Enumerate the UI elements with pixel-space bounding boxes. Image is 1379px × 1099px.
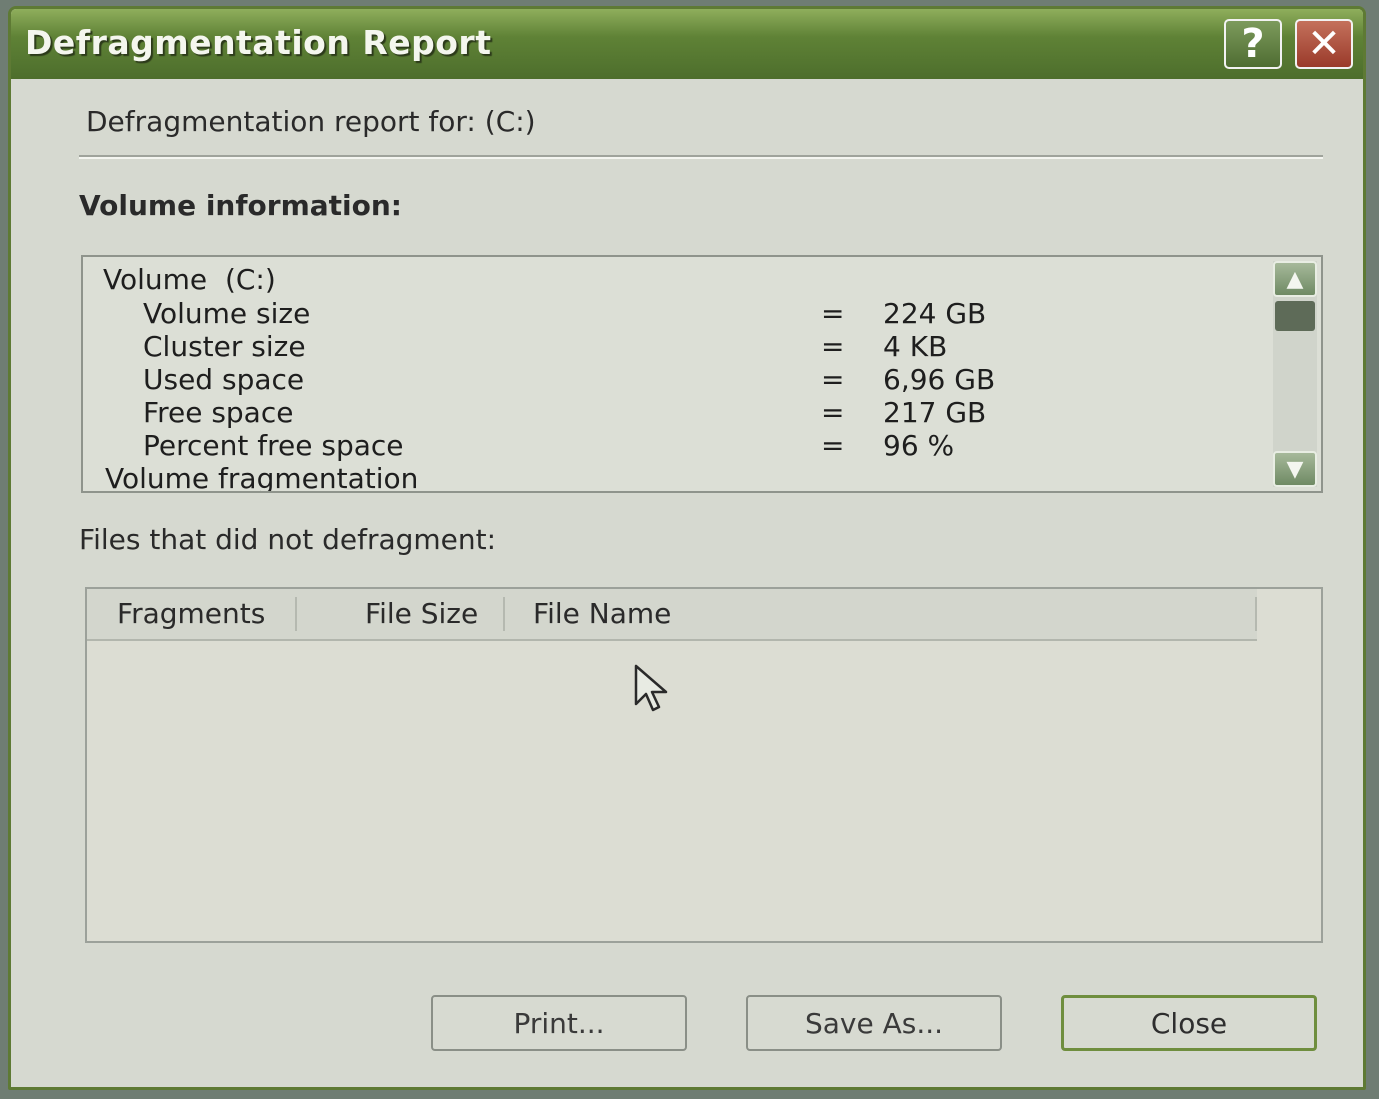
help-icon: ? (1241, 21, 1265, 67)
print-button[interactable]: Print... (431, 995, 687, 1051)
column-header-file-name[interactable]: File Name (533, 597, 671, 630)
separator (79, 155, 1323, 159)
files-list[interactable]: Fragments File Size File Name (85, 587, 1323, 943)
scroll-down-button[interactable]: ▼ (1273, 451, 1317, 487)
volume-row-value: 96 % (883, 429, 955, 462)
close-icon: ✕ (1307, 21, 1341, 67)
volume-row: Used space = 6,96 GB (83, 363, 1263, 396)
save-as-button[interactable]: Save As... (746, 995, 1002, 1051)
volume-row: Free space = 217 GB (83, 396, 1263, 429)
chevron-up-icon: ▲ (1286, 266, 1304, 292)
files-not-defragmented-label: Files that did not defragment: (79, 523, 497, 556)
volume-row: Volume size = 224 GB (83, 297, 1263, 330)
mouse-cursor-icon (634, 664, 668, 712)
volume-fragmentation-header: Volume fragmentation (105, 462, 419, 493)
volume-row-label: Volume size (143, 297, 311, 330)
window-close-button[interactable]: ✕ (1295, 19, 1353, 69)
window-title: Defragmentation Report (25, 23, 492, 62)
column-header-fragments[interactable]: Fragments (117, 597, 265, 630)
volume-scrollbar[interactable]: ▲ ▼ (1273, 261, 1317, 487)
list-header: Fragments File Size File Name (87, 589, 1257, 641)
volume-row-label: Free space (143, 396, 294, 429)
volume-info-box[interactable]: Volume (C:) Volume size = 224 GB Cluster… (81, 255, 1323, 493)
volume-row-label: Used space (143, 363, 305, 396)
scroll-thumb[interactable] (1275, 301, 1315, 331)
volume-row-value: 4 KB (883, 330, 948, 363)
close-button[interactable]: Close (1061, 995, 1317, 1051)
scroll-up-button[interactable]: ▲ (1273, 261, 1317, 297)
help-button[interactable]: ? (1224, 19, 1282, 69)
column-divider[interactable] (1255, 597, 1257, 631)
volume-row-equals: = (821, 363, 845, 396)
volume-row-value: 217 GB (883, 396, 987, 429)
column-divider[interactable] (503, 597, 505, 631)
volume-row-value: 6,96 GB (883, 363, 996, 396)
volume-row: Percent free space = 96 % (83, 429, 1263, 462)
volume-row-equals: = (821, 297, 845, 330)
column-divider[interactable] (295, 597, 297, 631)
chevron-down-icon: ▼ (1286, 456, 1304, 482)
column-header-file-size[interactable]: File Size (365, 597, 478, 630)
volume-info-label: Volume information: (79, 189, 402, 222)
defrag-report-dialog: Defragmentation Report ? ✕ Defragmentati… (8, 6, 1366, 1090)
volume-row-equals: = (821, 429, 845, 462)
volume-row-label: Cluster size (143, 330, 306, 363)
volume-row: Cluster size = 4 KB (83, 330, 1263, 363)
title-bar[interactable]: Defragmentation Report ? ✕ (11, 9, 1363, 79)
volume-row-equals: = (821, 330, 845, 363)
volume-row-value: 224 GB (883, 297, 987, 330)
report-for-label: Defragmentation report for: (C:) (86, 105, 536, 138)
volume-header: Volume (C:) (103, 263, 276, 296)
volume-row-label: Percent free space (143, 429, 404, 462)
volume-row-equals: = (821, 396, 845, 429)
